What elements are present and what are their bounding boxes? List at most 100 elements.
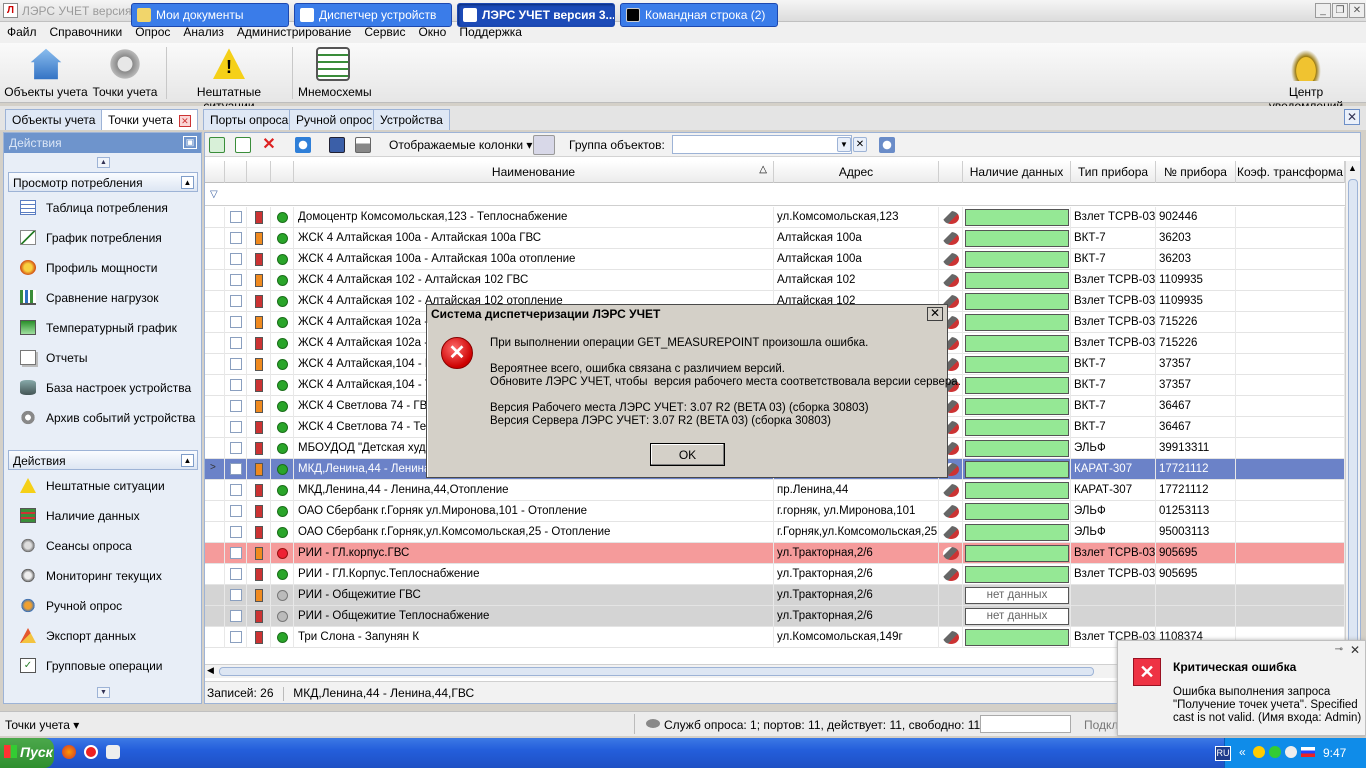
device-type-cell[interactable]: ЭЛЬФ	[1071, 522, 1156, 543]
sidebar-item-power-profile[interactable]: Профиль мощности	[8, 252, 198, 282]
save-icon[interactable]	[329, 137, 345, 153]
row-indicator[interactable]	[205, 606, 225, 627]
transform-ratio-cell[interactable]	[1236, 228, 1345, 249]
table-row[interactable]: РИИ - ГЛ.корпус.ГВС ул.Тракторная,2/6 Взле…	[205, 543, 1345, 564]
row-indicator[interactable]	[205, 522, 225, 543]
chevron-down-icon[interactable]: ▼	[837, 137, 851, 152]
device-number-cell[interactable]: 17721112	[1156, 459, 1236, 480]
pin-icon[interactable]: ▣	[183, 136, 197, 149]
address-cell[interactable]: пр.Ленина,44	[774, 480, 939, 501]
tray-expand-icon[interactable]: «	[1239, 745, 1246, 759]
name-cell[interactable]: ЖСК 4 Алтайская 100а - Алтайская 100а ГВ…	[294, 228, 774, 249]
name-cell[interactable]: ОАО Сбербанк г.Горняк ул.Миронова,101 - …	[294, 501, 774, 522]
vscroll-thumb[interactable]	[1348, 179, 1358, 659]
sidebar-item-temperature-chart[interactable]: Температурный график	[8, 312, 198, 342]
table-row[interactable]: Домоцентр Комсомольская,123 - Теплоснабж…	[205, 207, 1345, 228]
row-indicator[interactable]	[205, 228, 225, 249]
sidebar-item-reports[interactable]: Отчеты	[8, 342, 198, 372]
table-row[interactable]: ОАО Сбербанк г.Горняк ул.Миронова,101 - …	[205, 501, 1345, 522]
device-number-cell[interactable]: 36467	[1156, 396, 1236, 417]
device-number-cell[interactable]: 905695	[1156, 543, 1236, 564]
tab-objects[interactable]: Объекты учета	[5, 109, 103, 130]
transform-ratio-cell[interactable]	[1236, 543, 1345, 564]
device-type-cell[interactable]: ЭЛЬФ	[1071, 438, 1156, 459]
row-checkbox[interactable]	[230, 526, 242, 538]
address-cell[interactable]: ул.Тракторная,2/6	[774, 564, 939, 585]
row-checkbox[interactable]	[230, 211, 242, 223]
row-checkbox[interactable]	[230, 379, 242, 391]
address-cell[interactable]: ул.Комсомольская,123	[774, 207, 939, 228]
device-type-cell[interactable]: Взлет ТСРВ-033	[1071, 564, 1156, 585]
clear-icon[interactable]: ✕	[853, 137, 867, 152]
address-cell[interactable]: г.горняк, ул.Миронова,101	[774, 501, 939, 522]
device-type-cell[interactable]	[1071, 606, 1156, 627]
notifications-button[interactable]: Центр уведомлений	[1252, 47, 1360, 113]
firefox-icon[interactable]	[62, 745, 76, 759]
transform-ratio-cell[interactable]	[1236, 396, 1345, 417]
objects-button[interactable]: Объекты учета	[4, 47, 88, 99]
transform-ratio-cell[interactable]	[1236, 354, 1345, 375]
group-consumption-header[interactable]: Просмотр потребления ▲	[8, 172, 198, 192]
device-number-cell[interactable]	[1156, 606, 1236, 627]
name-cell[interactable]: РИИ - ГЛ.Корпус.Теплоснабжение	[294, 564, 774, 585]
row-select-cell[interactable]	[225, 438, 247, 459]
table-row[interactable]: РИИ - Общежитие ГВС ул.Тракторная,2/6 нет …	[205, 585, 1345, 606]
column-transform-ratio[interactable]: Коэф. трансформа	[1236, 161, 1345, 183]
transform-ratio-cell[interactable]	[1236, 606, 1345, 627]
device-type-cell[interactable]: ЭЛЬФ	[1071, 501, 1156, 522]
sidebar-item-data-availability[interactable]: Наличие данных	[8, 500, 198, 530]
transform-ratio-cell[interactable]	[1236, 207, 1345, 228]
add-icon[interactable]	[209, 137, 225, 153]
tab-devices[interactable]: Устройства	[373, 109, 450, 130]
device-type-cell[interactable]: ВКТ-7	[1071, 375, 1156, 396]
row-indicator[interactable]	[205, 333, 225, 354]
transform-ratio-cell[interactable]	[1236, 333, 1345, 354]
name-cell[interactable]: ЖСК 4 Алтайская 102 - Алтайская 102 ГВС	[294, 270, 774, 291]
row-select-cell[interactable]	[225, 417, 247, 438]
device-number-cell[interactable]: 1109935	[1156, 270, 1236, 291]
row-checkbox[interactable]	[230, 337, 242, 349]
sidebar-item-export[interactable]: Экспорт данных	[8, 620, 198, 650]
device-type-cell[interactable]: Взлет ТСРВ-031	[1071, 312, 1156, 333]
sidebar-scroll-up[interactable]: ▲	[97, 157, 110, 168]
column-data-availability[interactable]: Наличие данных	[963, 161, 1071, 183]
transform-ratio-cell[interactable]	[1236, 585, 1345, 606]
row-indicator[interactable]	[205, 291, 225, 312]
tab-ports[interactable]: Порты опроса	[203, 109, 296, 130]
device-number-cell[interactable]: 902446	[1156, 207, 1236, 228]
row-checkbox[interactable]	[230, 442, 242, 454]
row-select-cell[interactable]	[225, 354, 247, 375]
menu-file[interactable]: Файл	[0, 22, 43, 39]
name-cell[interactable]: РИИ - Общежитие ГВС	[294, 585, 774, 606]
row-checkbox[interactable]	[230, 316, 242, 328]
device-number-cell[interactable]	[1156, 585, 1236, 606]
transform-ratio-cell[interactable]	[1236, 459, 1345, 480]
maximize-button[interactable]: ❐	[1332, 3, 1348, 18]
row-indicator[interactable]	[205, 375, 225, 396]
row-select-cell[interactable]	[225, 270, 247, 291]
close-tab-icon[interactable]: ✕	[178, 115, 191, 127]
name-cell[interactable]: РИИ - Общежитие Теплоснабжение	[294, 606, 774, 627]
table-row[interactable]: РИИ - Общежитие Теплоснабжение ул.Трактор…	[205, 606, 1345, 627]
row-indicator[interactable]	[205, 207, 225, 228]
row-indicator[interactable]: >	[205, 459, 225, 480]
desktop-icon[interactable]	[106, 745, 120, 759]
table-row[interactable]: ЖСК 4 Алтайская 102 - Алтайская 102 ГВС А…	[205, 270, 1345, 291]
transform-ratio-cell[interactable]	[1236, 480, 1345, 501]
address-cell[interactable]: ул.Тракторная,2/6	[774, 543, 939, 564]
task-device-manager[interactable]: Диспетчер устройств	[294, 3, 452, 27]
address-cell[interactable]: Алтайская 100а	[774, 249, 939, 270]
home-icon[interactable]	[879, 137, 895, 153]
transform-ratio-cell[interactable]	[1236, 501, 1345, 522]
row-indicator[interactable]	[205, 501, 225, 522]
sidebar-item-device-events[interactable]: Архив событий устройства	[8, 402, 198, 432]
table-row[interactable]: ОАО Сбербанк г.Горняк,ул.Комсомольская,2…	[205, 522, 1345, 543]
device-type-cell[interactable]: КАРАТ-307	[1071, 480, 1156, 501]
name-cell[interactable]: РИИ - ГЛ.корпус.ГВС	[294, 543, 774, 564]
row-indicator[interactable]	[205, 396, 225, 417]
row-checkbox[interactable]	[230, 463, 242, 475]
menu-dictionaries[interactable]: Справочники	[43, 22, 129, 39]
delete-icon[interactable]: ✕	[261, 137, 277, 153]
row-select-cell[interactable]	[225, 501, 247, 522]
transform-ratio-cell[interactable]	[1236, 375, 1345, 396]
